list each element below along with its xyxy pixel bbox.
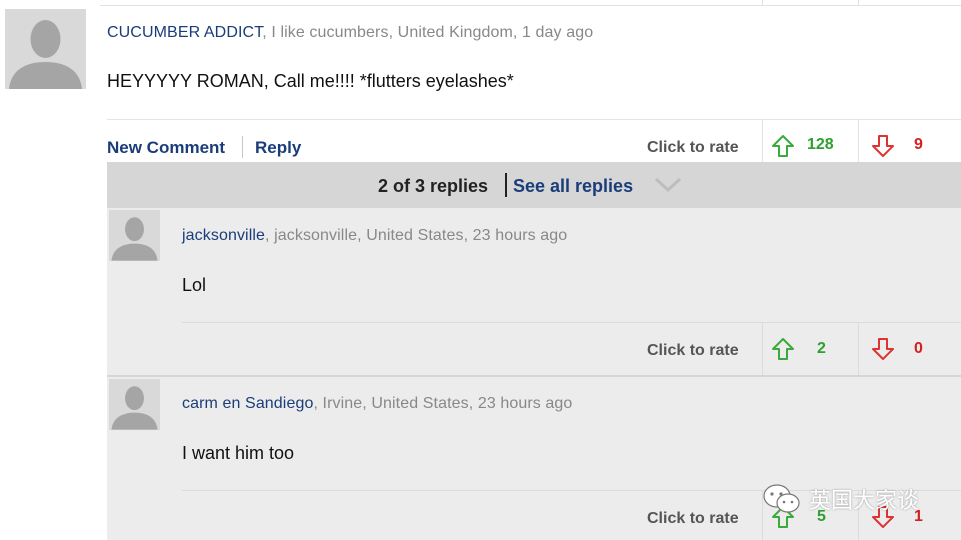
top-divider-v1 [762,0,763,5]
arrow-down-icon[interactable] [871,337,895,361]
reply-username[interactable]: jacksonville [182,227,265,244]
comment-tagline: , I like cucumbers, United Kingdom, 1 da… [262,24,594,41]
reply-item: carm en Sandiego, Irvine, United States,… [107,377,961,540]
comment-text: HEYYYYY ROMAN, Call me!!!! *flutters eye… [107,71,514,91]
see-all-replies-link[interactable]: See all replies [513,176,633,197]
avatar [5,9,86,89]
reply-meta: jacksonville, jacksonville, United State… [182,227,567,245]
downvote-cell[interactable]: 0 [858,323,961,376]
arrow-up-icon[interactable] [771,134,795,158]
replies-separator [505,173,507,197]
upvote-count: 128 [807,136,834,153]
avatar-silhouette [109,379,160,430]
upvote-cell[interactable]: 128 [762,120,858,162]
reply-text: I want him too [182,443,295,463]
rate-label: Click to rate [647,139,739,156]
downvote-count: 9 [914,136,923,153]
reply-text: Lol [182,275,207,295]
comment-meta: CUCUMBER ADDICT, I like cucumbers, Unite… [107,24,593,42]
comment-username[interactable]: CUCUMBER ADDICT [107,24,262,41]
avatar [109,210,160,261]
downvote-count: 0 [914,340,923,357]
arrow-up-icon[interactable] [771,337,795,361]
top-divider [100,5,961,6]
reply-link[interactable]: Reply [255,138,301,158]
rate-label: Click to rate [647,510,739,527]
watermark-text: 英国大家谈 [809,488,920,513]
top-divider-v2 [858,0,859,5]
downvote-cell[interactable]: 9 [858,120,961,162]
avatar-silhouette [109,210,160,261]
arrow-down-icon[interactable] [871,134,895,158]
avatar [109,379,160,430]
reply-username[interactable]: carm en Sandiego [182,395,313,412]
upvote-count: 2 [817,340,826,357]
reply-item: jacksonville, jacksonville, United State… [107,208,961,376]
rate-label: Click to rate [647,342,739,359]
reply-tagline: , Irvine, United States, 23 hours ago [313,395,573,412]
replies-count: 2 of 3 replies [378,176,489,196]
avatar-silhouette [5,9,86,89]
reply-tagline: , jacksonville, United States, 23 hours … [265,227,568,244]
chevron-down-icon[interactable] [654,176,682,194]
wechat-icon [763,484,800,513]
link-separator [242,136,243,158]
reply-meta: carm en Sandiego, Irvine, United States,… [182,395,572,413]
new-comment-link[interactable]: New Comment [107,138,225,158]
upvote-cell[interactable]: 2 [762,323,858,376]
replies-bar: 2 of 3 replies See all replies [107,162,961,208]
